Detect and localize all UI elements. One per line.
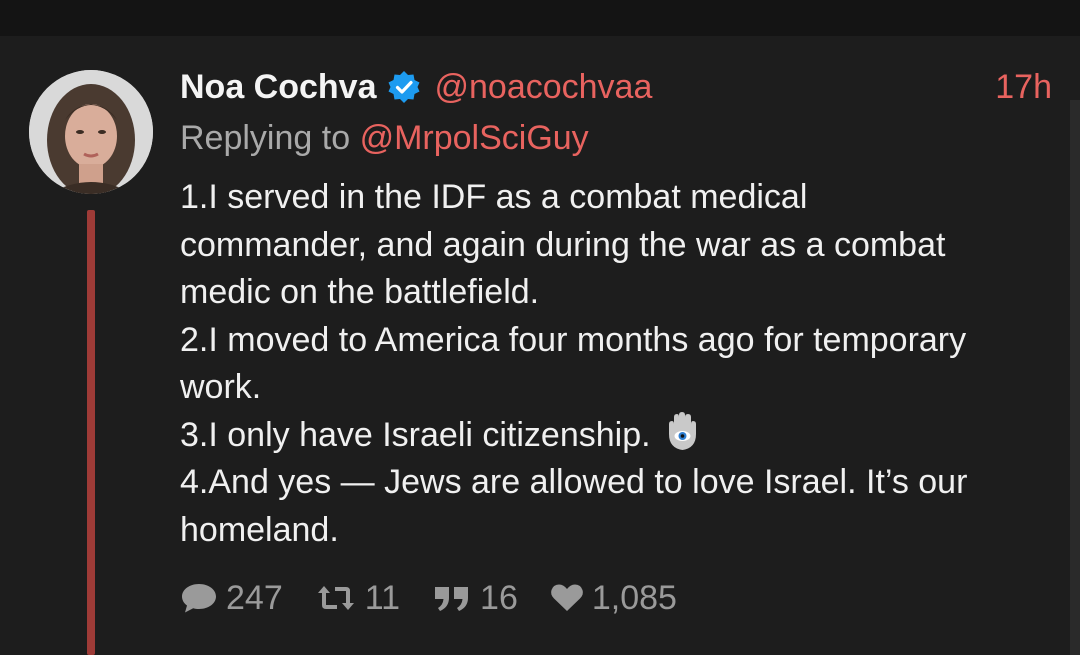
tweet-line-3: medic on the battlefield.: [180, 273, 540, 311]
comment-icon: [182, 584, 216, 613]
retweet-count: 11: [364, 578, 401, 617]
replying-prefix: Replying to: [180, 119, 351, 157]
like-count: 1,085: [591, 578, 677, 617]
tweet-header: Noa Cochva @noacochvaa: [180, 62, 652, 112]
like-button[interactable]: 1,085: [550, 579, 677, 618]
author-name[interactable]: Noa Cochva: [180, 68, 377, 107]
tweet-line-6: 3.I only have Israeli citizenship.: [180, 411, 1060, 460]
tweet-line-6-text: 3.I only have Israeli citizenship.: [180, 415, 651, 454]
quote-icon: [435, 587, 469, 611]
retweet-icon: [317, 586, 354, 610]
quote-count: 16: [480, 578, 518, 617]
heart-icon: [550, 584, 583, 611]
action-bar: 247 11 16 1,085: [180, 575, 709, 621]
tweet-body: 1.I served in the IDF as a combat medica…: [180, 174, 1060, 554]
reply-count: 247: [226, 578, 283, 617]
replying-to: Replying to @MrpolSciGuy: [180, 114, 589, 162]
author-handle[interactable]: @noacochvaa: [435, 68, 653, 107]
tweet-line-7: 4.And yes — Jews are allowed to love Isr…: [180, 463, 968, 501]
replying-mention[interactable]: @MrpolSciGuy: [360, 119, 589, 157]
thread-line: [87, 210, 95, 655]
verified-badge-icon: [387, 70, 421, 104]
tweet-line-8: homeland.: [180, 510, 339, 549]
scrollbar[interactable]: [1070, 100, 1080, 655]
avatar[interactable]: [29, 70, 153, 194]
tweet-line-1: 1.I served in the IDF as a combat medica…: [180, 178, 808, 216]
tweet-line-4: 2.I moved to America four months ago for…: [180, 320, 967, 359]
tweet-line-2: commander, and again during the war as a…: [180, 225, 946, 264]
quote-button[interactable]: 16: [432, 579, 518, 618]
tweet-line-5: work.: [180, 368, 262, 406]
reply-button[interactable]: 247: [180, 579, 283, 618]
top-bar: [0, 0, 1080, 36]
retweet-button[interactable]: 11: [315, 579, 400, 618]
timestamp[interactable]: 17h: [995, 62, 1052, 112]
hamsa-icon: [663, 411, 699, 452]
